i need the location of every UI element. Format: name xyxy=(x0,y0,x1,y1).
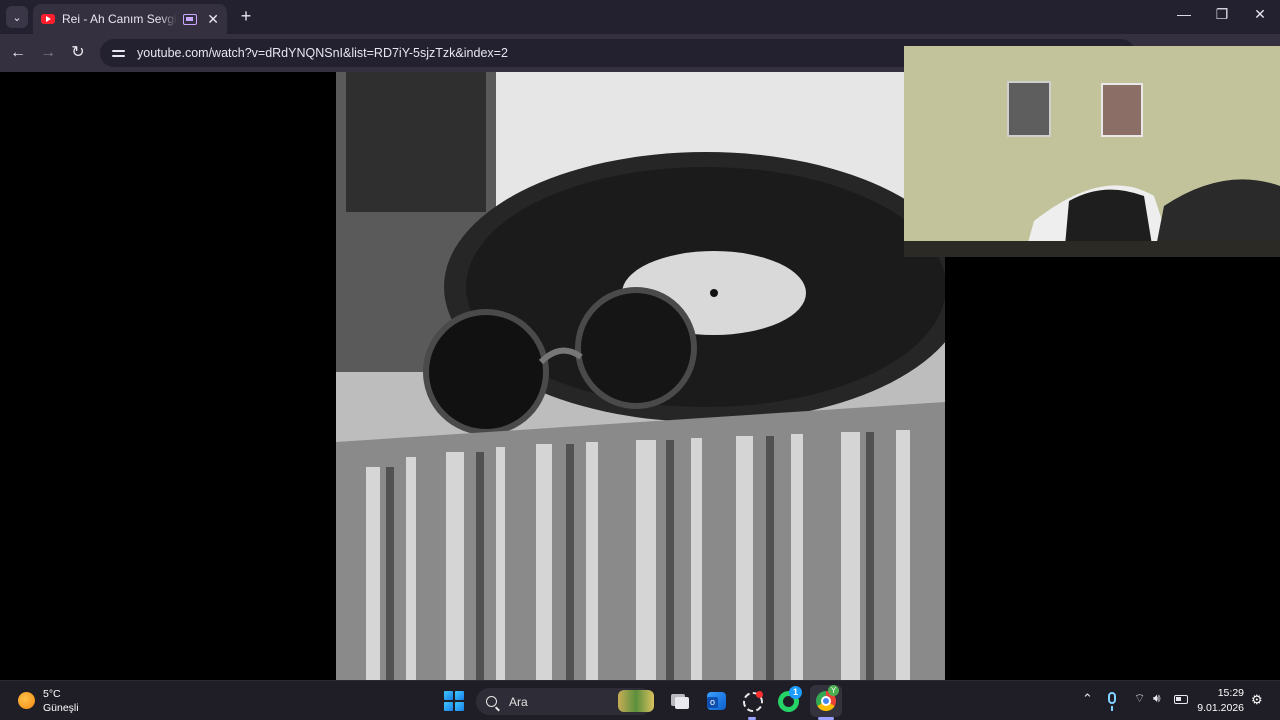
close-tab-icon[interactable]: ✕ xyxy=(207,11,219,28)
sun-icon[interactable] xyxy=(18,692,35,709)
picture-in-picture-icon[interactable] xyxy=(183,13,198,25)
start-button[interactable] xyxy=(444,691,464,711)
tab-search-button[interactable]: ⌄ xyxy=(6,6,28,28)
task-view-icon[interactable] xyxy=(668,689,692,713)
weather-condition[interactable]: Güneşli xyxy=(43,702,79,714)
vinyl-record-photo xyxy=(336,72,945,680)
wifi-icon[interactable]: ⌔ xyxy=(1134,691,1145,706)
close-window-button[interactable]: ✕ xyxy=(1250,6,1270,23)
outlook-icon[interactable] xyxy=(704,689,728,713)
restore-button[interactable]: ❐ xyxy=(1212,6,1232,23)
webcam-feed-image xyxy=(904,46,1280,257)
url-text[interactable]: youtube.com/watch?v=dRdYNQNSnI&list=RD7i… xyxy=(137,46,508,60)
volume-icon[interactable]: 🔊︎ xyxy=(1153,691,1161,706)
site-info-icon[interactable] xyxy=(112,48,125,59)
tab-title: Rei - Ah Canım Sevgilim - YouTube xyxy=(62,12,177,26)
video-frame-image[interactable] xyxy=(336,72,945,680)
clock-time[interactable]: 15:29 xyxy=(1200,687,1244,699)
devtools-icon[interactable] xyxy=(740,689,764,713)
windows-logo-icon xyxy=(444,691,453,700)
chevron-down-icon: ⌄ xyxy=(12,11,22,24)
minimize-button[interactable]: — xyxy=(1174,6,1194,22)
microphone-icon[interactable] xyxy=(1108,692,1116,711)
new-tab-button[interactable]: + xyxy=(236,6,256,27)
youtube-icon xyxy=(41,14,55,24)
forward-button[interactable]: → xyxy=(38,43,58,63)
battery-icon[interactable] xyxy=(1174,695,1188,704)
tab-youtube[interactable]: Rei - Ah Canım Sevgilim - YouTube ✕ xyxy=(33,4,227,34)
back-button[interactable]: ← xyxy=(8,43,28,63)
windows-taskbar: 5°C Güneşli Ara 1 Y ⌃ ⌔ 🔊︎ 15:29 9.01.20… xyxy=(0,680,1280,720)
search-icon xyxy=(486,696,497,707)
notification-icon[interactable]: ⚙ xyxy=(1251,693,1264,707)
browser-tab-strip: ⌄ Rei - Ah Canım Sevgilim - YouTube ✕ + … xyxy=(0,0,1280,34)
whatsapp-notification-badge: 1 xyxy=(789,686,802,699)
clock-date[interactable]: 9.01.2026 xyxy=(1190,702,1244,714)
webcam-overlay[interactable] xyxy=(904,46,1280,257)
search-placeholder: Ara xyxy=(509,694,528,709)
search-highlight-icon[interactable] xyxy=(618,690,654,712)
show-hidden-icons-icon[interactable]: ⌃ xyxy=(1082,691,1093,707)
chrome-profile-badge: Y xyxy=(828,685,839,696)
reload-button[interactable]: ↻ xyxy=(68,43,88,63)
weather-temperature[interactable]: 5°C xyxy=(43,688,61,700)
